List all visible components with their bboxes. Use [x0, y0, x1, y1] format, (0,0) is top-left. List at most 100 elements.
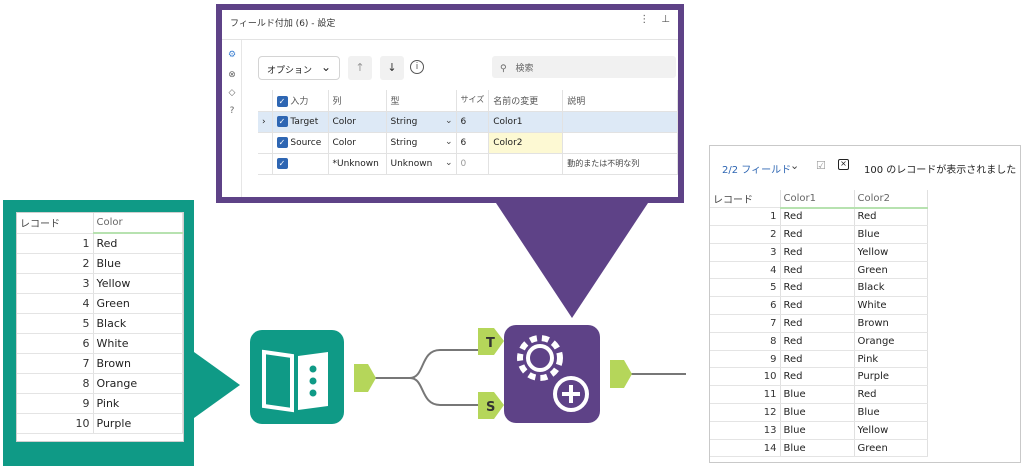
input-data-tool[interactable]: [250, 330, 344, 424]
record-number: 10: [710, 367, 781, 387]
table-row[interactable]: 3 Yellow: [17, 273, 183, 294]
cell-color2: Orange: [854, 332, 928, 351]
record-number: 10: [17, 413, 94, 434]
anchor-s-label: S: [486, 400, 495, 415]
cell-color1: Red: [780, 350, 855, 369]
header-record: レコード: [17, 213, 94, 234]
table-row[interactable]: 4 Green: [17, 293, 183, 314]
table-header-row: レコード Color1 Color2: [710, 190, 928, 209]
record-number: 14: [710, 439, 781, 458]
table-row[interactable]: 13 Blue Yellow: [710, 421, 928, 440]
cell-color1: Blue: [780, 439, 855, 458]
cell-color2: Brown: [854, 314, 928, 333]
header-color1: Color1: [780, 190, 855, 209]
table-row[interactable]: 6 Red White: [710, 296, 928, 316]
cell-color: Pink: [93, 393, 183, 414]
cell-color1: Red: [780, 207, 855, 227]
table-row[interactable]: 7 Red Brown: [710, 314, 928, 333]
table-row[interactable]: 9 Red Pink: [710, 350, 928, 369]
cell-color2: Yellow: [854, 421, 928, 440]
cell-color1: Red: [780, 243, 855, 262]
cell-color1: Red: [780, 261, 855, 280]
cell-color: Green: [93, 293, 183, 314]
table-row[interactable]: 5 Black: [17, 313, 183, 334]
table-row[interactable]: 4 Red Green: [710, 261, 928, 280]
record-number: 3: [17, 273, 94, 294]
table-row[interactable]: 10 Purple: [17, 413, 183, 434]
cell-color: Black: [93, 313, 183, 334]
cell-color2: Blue: [854, 403, 928, 422]
record-count-message: 100 のレコードが表示されました: [864, 165, 1017, 176]
record-number: 1: [710, 207, 781, 227]
record-number: 7: [17, 353, 94, 374]
record-number: 1: [17, 233, 94, 254]
table-row[interactable]: 2 Red Blue: [710, 225, 928, 244]
cell-color: Yellow: [93, 273, 183, 294]
input-output-anchor[interactable]: [354, 364, 376, 392]
header-color: Color: [93, 213, 183, 234]
cell-color1: Red: [780, 278, 855, 298]
cell-color1: Red: [780, 225, 855, 244]
record-number: 6: [710, 296, 781, 316]
table-row[interactable]: 10 Red Purple: [710, 367, 928, 387]
table-row[interactable]: 1 Red: [17, 233, 183, 254]
append-output-anchor[interactable]: [610, 360, 632, 388]
clear-x-icon[interactable]: ×: [838, 159, 849, 170]
header-record: レコード: [710, 190, 781, 209]
cell-color2: Blue: [854, 225, 928, 244]
input-preview-table: レコード Color 1 Red 2 Blue 3 Yellow 4 Green 5 Black 6…: [16, 212, 184, 442]
append-fields-tool[interactable]: T S: [478, 325, 600, 423]
table-row[interactable]: 7 Brown: [17, 353, 183, 374]
table-row[interactable]: 8 Orange: [17, 373, 183, 394]
record-number: 4: [710, 261, 781, 280]
cell-color2: Red: [854, 385, 928, 405]
output-results-panel: 2/2 フィールド ⌄ ☑ × 100 のレコードが表示されました レコード C…: [709, 145, 1021, 463]
edit-check-icon[interactable]: ☑: [816, 159, 826, 172]
record-number: 3: [710, 243, 781, 262]
cell-color1: Red: [780, 314, 855, 333]
cell-color: Orange: [93, 373, 183, 394]
results-toolbar: 2/2 フィールド ⌄ ☑ × 100 のレコードが表示されました: [710, 146, 1020, 190]
cell-color1: Red: [780, 296, 855, 316]
cell-color1: Red: [780, 332, 855, 351]
fields-selector[interactable]: 2/2 フィールド: [722, 161, 791, 176]
record-number: 2: [17, 253, 94, 274]
table-row[interactable]: 2 Blue: [17, 253, 183, 274]
record-number: 5: [17, 313, 94, 334]
record-number: 9: [17, 393, 94, 414]
table-row[interactable]: 14 Blue Green: [710, 439, 928, 458]
record-number: 9: [710, 350, 781, 369]
table-row[interactable]: 1 Red Red: [710, 207, 928, 227]
table-row[interactable]: 9 Pink: [17, 393, 183, 414]
table-row[interactable]: 11 Blue Red: [710, 385, 928, 405]
cell-color: Red: [93, 233, 183, 254]
record-number: 5: [710, 278, 781, 298]
cell-color2: Yellow: [854, 243, 928, 262]
cell-color: Blue: [93, 253, 183, 274]
record-number: 6: [17, 333, 94, 354]
cell-color1: Red: [780, 367, 855, 387]
record-number: 13: [710, 421, 781, 440]
cell-color: Brown: [93, 353, 183, 374]
cell-color: Purple: [93, 413, 183, 434]
cell-color: White: [93, 333, 183, 354]
table-row[interactable]: 12 Blue Blue: [710, 403, 928, 422]
table-row[interactable]: 5 Red Black: [710, 278, 928, 298]
connection-line-t[interactable]: [374, 349, 481, 379]
record-number: 2: [710, 225, 781, 244]
cell-color2: White: [854, 296, 928, 316]
record-number: 12: [710, 403, 781, 422]
cell-color2: Green: [854, 439, 928, 458]
cell-color2: Purple: [854, 367, 928, 387]
table-row[interactable]: 6 White: [17, 333, 183, 354]
connection-line-s[interactable]: [409, 377, 481, 406]
record-number: 4: [17, 293, 94, 314]
record-number: 7: [710, 314, 781, 333]
chevron-down-icon[interactable]: ⌄: [790, 159, 799, 172]
record-number: 8: [17, 373, 94, 394]
cell-color2: Green: [854, 261, 928, 280]
table-row[interactable]: 8 Red Orange: [710, 332, 928, 351]
cell-color1: Blue: [780, 403, 855, 422]
record-number: 8: [710, 332, 781, 351]
table-row[interactable]: 3 Red Yellow: [710, 243, 928, 262]
